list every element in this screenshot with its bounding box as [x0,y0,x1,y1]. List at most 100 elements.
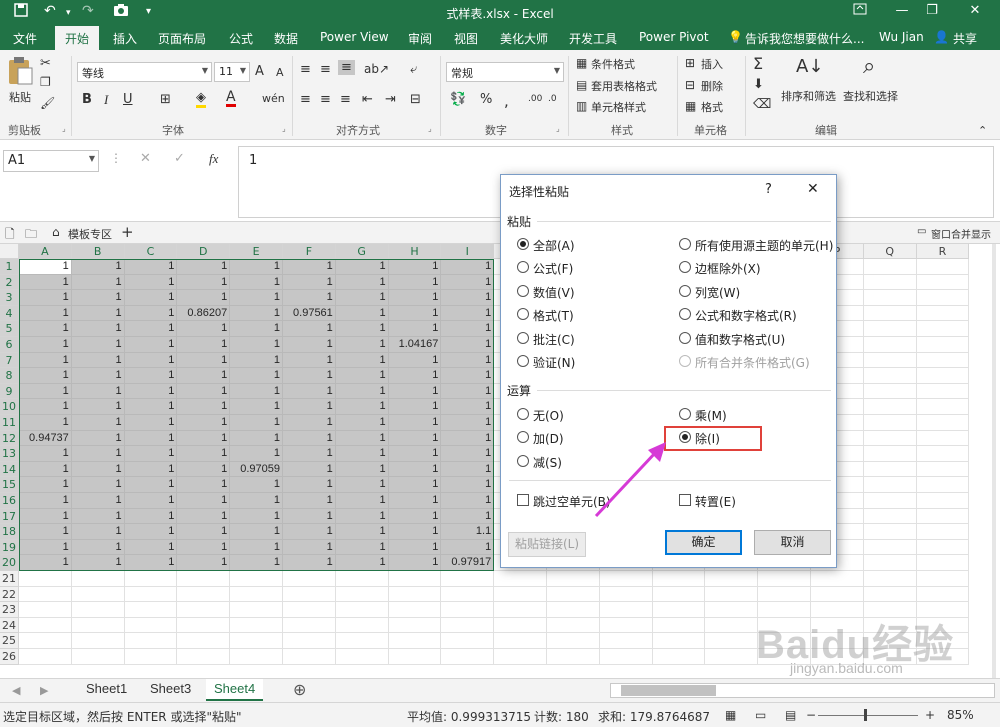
cell[interactable] [19,649,72,665]
tab-meihua[interactable]: 美化大师 [500,30,548,47]
shrink-font-button[interactable]: A [276,66,284,79]
horizontal-scrollbar[interactable] [610,683,995,698]
page-layout-view-icon[interactable]: ▭ [755,708,766,722]
column-header[interactable]: F [283,244,336,259]
column-header[interactable]: B [71,244,125,259]
cell[interactable]: 1 [230,539,283,556]
cell[interactable]: 1 [283,555,336,571]
paste-button[interactable]: 粘贴 [6,56,34,105]
accounting-format-icon[interactable]: 💱 [450,92,466,107]
option-label[interactable]: 公式(F) [533,260,573,277]
cell[interactable]: 1 [335,461,389,478]
cell[interactable]: 1 [335,290,389,306]
cell[interactable] [916,508,970,525]
cell[interactable]: 1 [124,259,178,275]
option-radio[interactable] [517,355,529,367]
cell[interactable] [599,633,653,649]
cell[interactable]: 1 [335,352,389,369]
cell[interactable]: 1 [19,337,72,353]
cell[interactable] [863,493,917,509]
cell[interactable] [599,586,653,603]
cell[interactable]: 1 [283,274,336,291]
row-header[interactable]: 15 [0,477,19,493]
cell[interactable]: 1 [19,368,72,384]
cell[interactable] [652,602,706,618]
cell[interactable] [19,586,72,603]
cell[interactable]: 1 [177,352,231,369]
font-name-select[interactable]: 等线 ▼ [77,62,212,82]
tab-developer[interactable]: 开发工具 [569,30,617,47]
row-header[interactable]: 2 [0,274,19,291]
option-label[interactable]: 乘(M) [695,407,727,424]
option-radio[interactable] [679,261,691,274]
cell[interactable]: 0.97917 [441,555,495,571]
cell[interactable]: 1 [124,290,178,306]
help-button[interactable]: ? [765,182,772,197]
cell[interactable] [916,337,970,353]
cell[interactable]: 1 [441,539,495,556]
cell[interactable] [863,477,917,493]
column-header[interactable]: A [19,244,72,259]
row-header[interactable]: 12 [0,430,19,447]
cell[interactable] [916,352,970,369]
percent-button[interactable]: % [480,92,492,107]
cell[interactable]: 1 [441,430,495,447]
tab-insert[interactable]: 插入 [113,30,137,47]
option-radio[interactable] [679,331,691,344]
cell[interactable]: 1 [177,415,231,431]
transpose-label[interactable]: 转置(E) [695,493,736,510]
option-label[interactable]: 边框除外(X) [695,260,761,277]
cell[interactable]: 1 [177,461,231,478]
row-header[interactable]: 25 [0,633,19,649]
cell[interactable] [388,617,442,634]
cell[interactable] [441,633,495,649]
cell[interactable]: 1 [441,461,495,478]
cell[interactable] [863,571,917,587]
dialog-close-button[interactable]: ✕ [807,181,819,197]
cut-icon[interactable]: ✂ [40,56,51,71]
cell[interactable]: 1 [19,259,72,275]
cell[interactable]: 1 [19,321,72,337]
cell[interactable] [388,571,442,587]
cell[interactable]: 1 [335,368,389,384]
align-center-icon[interactable]: ≡ [320,92,331,107]
tab-page-layout[interactable]: 页面布局 [158,30,206,47]
close-button[interactable]: ✕ [955,3,995,18]
cell[interactable]: 1 [19,461,72,478]
cell[interactable] [916,399,970,415]
cell[interactable]: 1 [177,524,231,540]
transpose-checkbox[interactable] [679,494,691,506]
cell[interactable] [863,259,917,275]
cell[interactable] [916,305,970,322]
cell[interactable]: 1 [441,493,495,509]
option-radio[interactable] [679,308,691,321]
cell[interactable]: 1 [19,524,72,540]
cell[interactable]: 1 [388,415,442,431]
column-header[interactable]: G [335,244,389,259]
cell[interactable]: 1 [177,493,231,509]
cell-styles-button[interactable]: 单元格样式 [591,99,646,115]
normal-view-icon[interactable]: ▦ [725,708,736,722]
cell[interactable]: 1 [441,290,495,306]
cell[interactable] [177,617,231,634]
cell[interactable]: 1 [388,259,442,275]
option-radio[interactable] [517,431,529,444]
cell[interactable]: 1 [441,259,495,275]
cell[interactable] [335,571,389,587]
cell[interactable]: 1 [177,259,231,275]
cell[interactable]: 1 [124,321,178,337]
cell[interactable] [863,321,917,337]
option-radio[interactable] [517,284,529,297]
cell[interactable] [599,571,653,587]
cell[interactable]: 1 [177,368,231,384]
fill-icon[interactable]: ⬇ [753,77,764,92]
cell[interactable] [230,602,283,618]
tab-home[interactable]: 开始 [55,26,100,50]
share-button[interactable]: 共享 [953,30,977,47]
cell[interactable] [19,617,72,634]
cell[interactable]: 1 [388,274,442,291]
cell[interactable] [863,399,917,415]
name-box[interactable]: A1 ▼ [3,150,99,172]
cell[interactable] [916,555,970,571]
cell[interactable] [599,602,653,618]
